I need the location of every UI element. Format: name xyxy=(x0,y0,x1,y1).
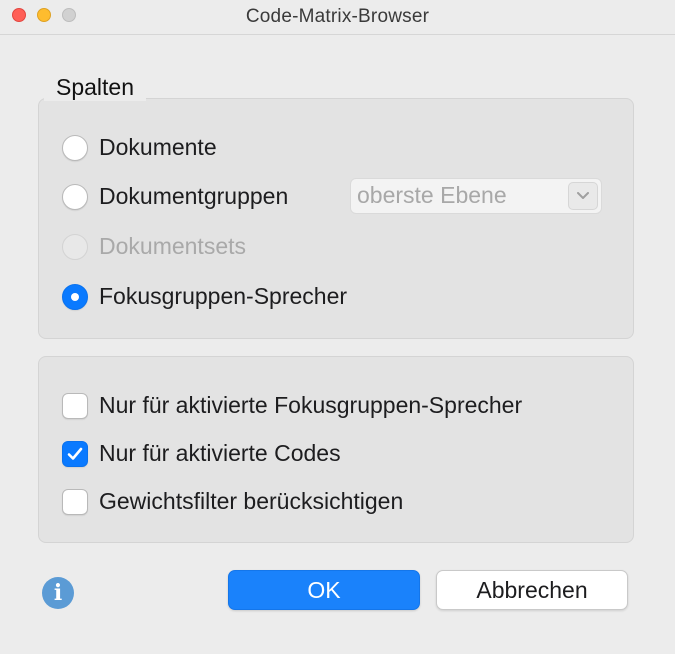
radio-label: Dokumente xyxy=(99,134,217,160)
radio-dokumentgruppen[interactable]: Dokumentgruppen xyxy=(62,183,288,210)
cancel-button[interactable]: Abbrechen xyxy=(436,570,628,610)
checkbox[interactable] xyxy=(62,392,88,419)
radio-button xyxy=(62,233,88,260)
radio-label: Dokumentgruppen xyxy=(99,183,289,209)
radio-dokumente[interactable]: Dokumente xyxy=(62,134,217,161)
checkbox-label: Nur für aktivierte Codes xyxy=(99,440,341,466)
radio-dokumentsets: Dokumentsets xyxy=(62,233,246,260)
checkbox-row-fokusgruppen[interactable]: Nur für aktivierte Fokusgruppen-Sprecher xyxy=(62,392,522,419)
radio-fokusgruppen-sprecher[interactable]: Fokusgruppen-Sprecher xyxy=(62,283,347,310)
checkbox[interactable] xyxy=(62,488,88,515)
checkbox-label: Gewichtsfilter berücksichtigen xyxy=(99,488,404,514)
checkbox[interactable] xyxy=(62,440,88,467)
level-popup: oberste Ebene xyxy=(350,178,602,214)
radio-label: Dokumentsets xyxy=(99,233,247,259)
ok-button[interactable]: OK xyxy=(228,570,420,610)
radio-button[interactable] xyxy=(62,134,88,161)
checkbox-row-gewichtsfilter[interactable]: Gewichtsfilter berücksichtigen xyxy=(62,488,403,515)
radio-button[interactable] xyxy=(62,183,88,210)
spalten-group-label: Spalten xyxy=(44,74,147,101)
checkmark-icon xyxy=(67,447,83,460)
level-popup-value: oberste Ebene xyxy=(357,182,507,208)
checkbox-label: Nur für aktivierte Fokusgruppen-Sprecher xyxy=(99,392,523,418)
chevron-down-icon xyxy=(568,182,598,210)
radio-label: Fokusgruppen-Sprecher xyxy=(99,283,348,309)
window-title: Code-Matrix-Browser xyxy=(245,6,430,27)
info-icon[interactable]: i xyxy=(42,577,74,609)
title-bar: Code-Matrix-Browser xyxy=(0,0,675,35)
radio-button[interactable] xyxy=(62,283,88,310)
checkbox-row-codes[interactable]: Nur für aktivierte Codes xyxy=(62,440,341,467)
